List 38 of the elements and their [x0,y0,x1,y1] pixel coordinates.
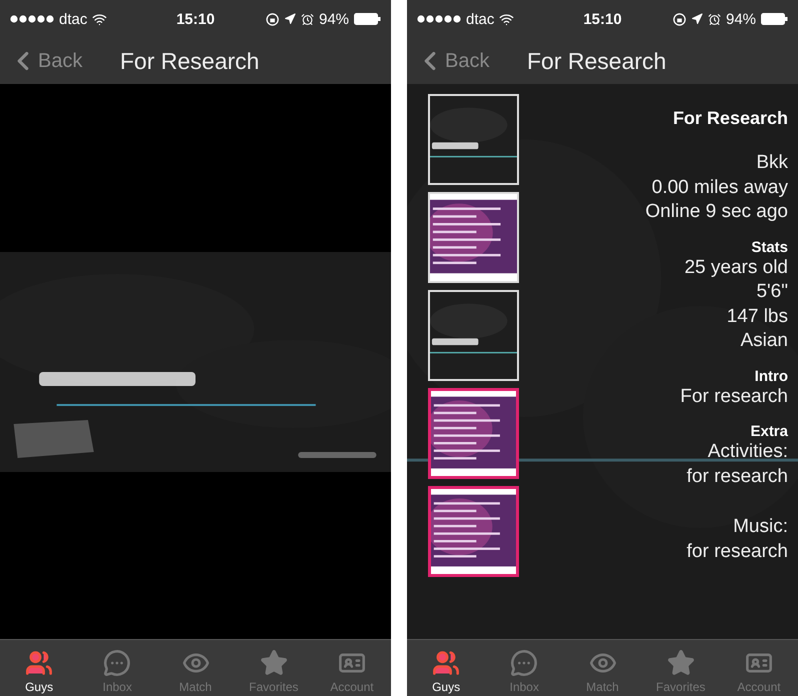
alarm-icon [708,12,721,26]
tab[interactable]: Guys [0,640,78,696]
people-icon [432,649,460,677]
rotation-lock-icon [672,12,686,26]
back-button[interactable]: Back [415,46,527,76]
carrier-name: dtac [466,10,494,28]
tab[interactable]: Inbox [78,640,156,696]
tab[interactable]: Account [312,640,392,696]
signal-icon [417,15,461,23]
tab[interactable]: Match [563,640,642,696]
signal-icon [10,15,54,23]
nav-title: For Research [527,48,666,74]
wifi-icon [92,12,108,26]
tab[interactable]: Inbox [485,640,564,696]
clock-time: 15:10 [582,10,623,28]
tab[interactable]: Match [156,640,235,696]
battery-percent: 94% [318,10,350,28]
tab[interactable]: Account [720,640,798,696]
wifi-icon [499,12,514,26]
star-icon [666,649,695,677]
people-icon [25,649,54,677]
tab[interactable]: Guys [407,640,486,696]
tab[interactable]: Favorites [642,640,720,696]
carrier-name: dtac [59,10,88,28]
location-icon [690,13,703,25]
chat-bubble-icon [510,649,538,677]
tab[interactable]: Favorites [234,640,313,696]
battery-icon [761,13,788,25]
star-icon [260,649,288,677]
battery-percent: 94% [726,10,756,28]
alarm-icon [300,12,314,26]
nav-title: For Research [120,48,260,74]
battery-icon [354,13,382,25]
location-icon [284,13,296,25]
back-button[interactable]: Back [8,46,120,76]
rotation-lock-icon [266,12,279,26]
chat-bubble-icon [103,649,132,677]
clock-time: 15:10 [175,10,216,28]
